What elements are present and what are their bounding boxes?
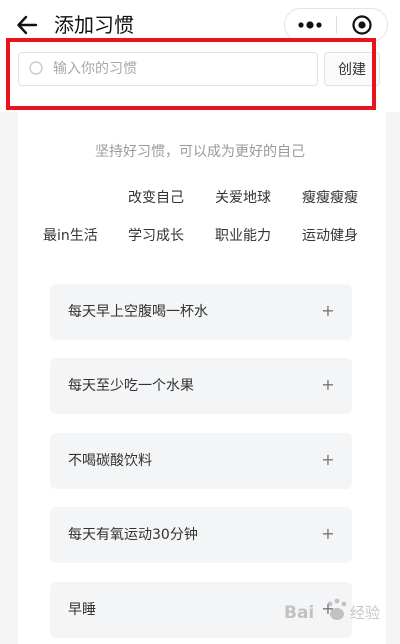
page-title: 添加习惯 <box>54 13 134 37</box>
habit-item[interactable]: 不喝碳酸饮料 + <box>50 433 352 489</box>
habit-label: 每天有氧运动30分钟 <box>68 527 198 543</box>
category-trendy-life[interactable]: 最in生活 <box>43 226 98 246</box>
category-slim[interactable]: 瘦瘦瘦瘦 <box>302 188 358 208</box>
category-change-self[interactable]: 改变自己 <box>128 188 184 208</box>
add-habit-button[interactable]: + <box>318 598 338 618</box>
habit-label: 每天至少吃一个水果 <box>68 378 194 394</box>
add-habit-button[interactable]: + <box>318 523 338 543</box>
add-habit-page: 添加习惯 创建 坚持 <box>0 0 400 644</box>
slogan-text: 坚持好习惯，可以成为更好的自己 <box>95 144 305 160</box>
category-care-earth[interactable]: 关爱地球 <box>215 188 271 208</box>
back-button[interactable] <box>12 10 42 40</box>
habit-label: 早睡 <box>68 602 96 618</box>
target-circle-icon <box>352 15 372 35</box>
add-habit-button[interactable]: + <box>318 300 338 320</box>
search-icon <box>29 61 43 75</box>
habit-label: 不喝碳酸饮料 <box>68 453 152 469</box>
mini-program-capsule <box>284 8 388 42</box>
more-button[interactable] <box>285 9 336 41</box>
habit-input[interactable] <box>53 61 303 77</box>
habit-item[interactable]: 每天至少吃一个水果 + <box>50 358 352 414</box>
add-habit-button[interactable]: + <box>318 374 338 394</box>
search-box <box>18 52 318 86</box>
nav-bar: 添加习惯 <box>0 0 400 50</box>
category-career[interactable]: 职业能力 <box>215 226 271 246</box>
more-dots-icon <box>298 21 322 29</box>
category-learning[interactable]: 学习成长 <box>128 226 184 246</box>
create-button[interactable]: 创建 <box>324 52 380 86</box>
close-miniprogram-button[interactable] <box>337 9 388 41</box>
arrow-left-icon <box>17 15 38 35</box>
category-fitness[interactable]: 运动健身 <box>302 226 358 246</box>
habit-item[interactable]: 早睡 + <box>50 582 352 638</box>
habit-item[interactable]: 每天早上空腹喝一杯水 + <box>50 284 352 340</box>
add-habit-button[interactable]: + <box>318 449 338 469</box>
habit-item[interactable]: 每天有氧运动30分钟 + <box>50 507 352 563</box>
habit-label: 每天早上空腹喝一杯水 <box>68 304 208 320</box>
